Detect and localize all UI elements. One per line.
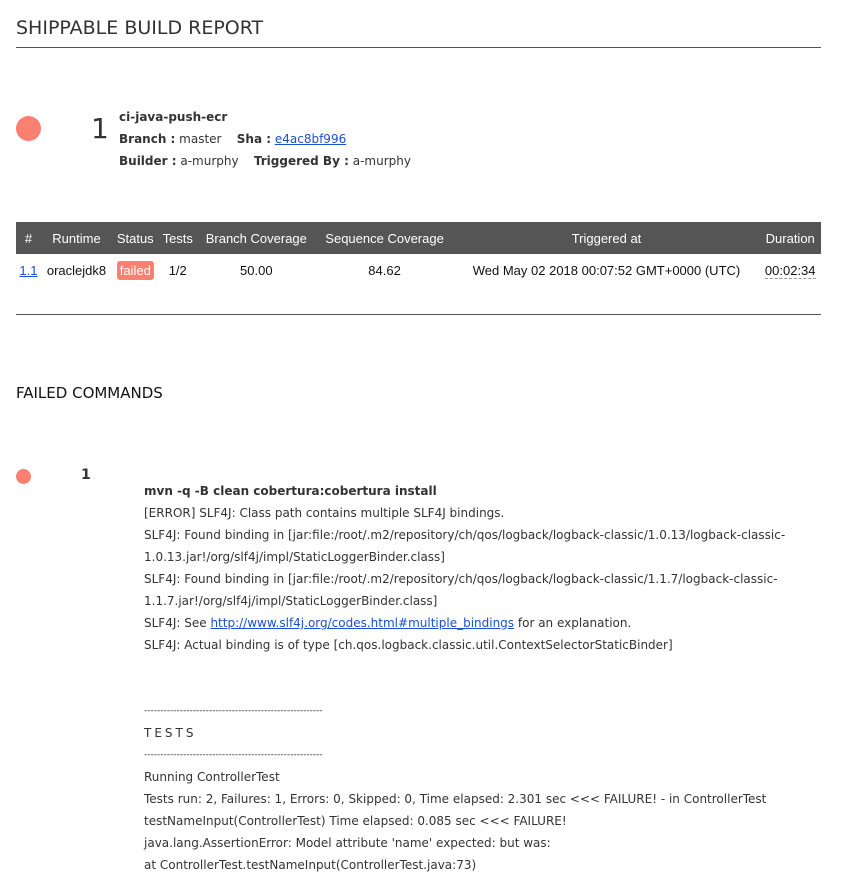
sequence-coverage: 84.62 [368,262,401,278]
command-log: mvn -q -B clean cobertura:cobertura inst… [144,480,785,876]
build-status-dot [16,116,41,141]
tests: 1/2 [168,262,187,278]
slf4j-link[interactable]: http://www.slf4j.org/codes.html#multiple… [210,616,514,630]
builder-value: a-murphy [180,154,239,168]
col-number: # [16,222,41,254]
log-line: 1.0.13.jar!/org/slf4j/impl/StaticLoggerB… [144,550,445,564]
jobs-table: # Runtime Status Tests Branch Coverage S… [16,222,821,286]
status-badge: failed [116,260,154,280]
log-line: [ERROR] SLF4J: Class path contains multi… [144,506,505,520]
job-link[interactable]: 1.1 [19,263,37,278]
log-line: 1.1.7.jar!/org/slf4j/impl/StaticLoggerBi… [144,594,438,608]
build-name: ci-java-push-ecr [119,110,228,124]
table-header: # Runtime Status Tests Branch Coverage S… [16,222,821,254]
triggered-label: Triggered By : [253,154,349,168]
build-number: 1 [91,112,109,145]
triggered-value: a-murphy [352,154,411,168]
log-text: for an explanation. [514,616,632,630]
log-line: SLF4J: Actual binding is of type [ch.qos… [144,638,673,652]
col-sequence-coverage: Sequence Coverage [315,222,454,254]
command: mvn -q -B clean cobertura:cobertura inst… [144,484,437,498]
builder-label: Builder : [119,154,177,168]
runtime: oraclejdk8 [46,262,107,278]
col-tests: Tests [158,222,198,254]
log-line: testNameInput(ControllerTest) Time elaps… [144,814,567,828]
log-line: Tests run: 2, Failures: 1, Errors: 0, Sk… [144,792,767,806]
log-divider: ----------------------------------------… [144,706,323,716]
branch-label: Branch : [119,132,176,146]
branch-value: master [179,132,222,146]
section-title: FAILED COMMANDS [16,384,163,402]
page-title: SHIPPABLE BUILD REPORT [16,17,264,39]
failed-status-dot [16,469,31,484]
log-line: Running ControllerTest [144,770,280,784]
build-info: ci-java-push-ecr Branch : master Sha : e… [119,106,411,172]
divider [16,314,821,315]
log-line: SLF4J: Found binding in [jar:file:/root/… [144,528,786,542]
log-line: SLF4J: See http://www.slf4j.org/codes.ht… [144,612,785,634]
col-branch-coverage: Branch Coverage [197,222,316,254]
log-divider: ----------------------------------------… [144,750,323,760]
branch-coverage: 50.00 [240,262,273,278]
log-line: at ControllerTest.testNameInput(Controll… [144,858,477,872]
log-text: SLF4J: See [144,616,211,630]
duration: 00:02:34 [764,262,816,279]
col-duration: Duration [759,222,821,254]
log-line: java.lang.AssertionError: Model attribut… [144,836,551,850]
triggered-at: Wed May 02 2018 00:07:52 GMT+0000 (UTC) [472,262,741,278]
col-status: Status [112,222,159,254]
col-runtime: Runtime [40,222,113,254]
command-number: 1 [81,467,91,483]
sha-label: Sha : [236,132,272,146]
log-line: SLF4J: Found binding in [jar:file:/root/… [144,572,778,586]
table-row: 1.1 oraclejdk8 failed 1/2 50.00 84.62 We… [16,254,821,286]
col-triggered-at: Triggered at [453,222,760,254]
tests-title: TESTS [144,726,197,740]
sha-link[interactable]: e4ac8bf996 [275,132,346,146]
divider [16,47,821,48]
